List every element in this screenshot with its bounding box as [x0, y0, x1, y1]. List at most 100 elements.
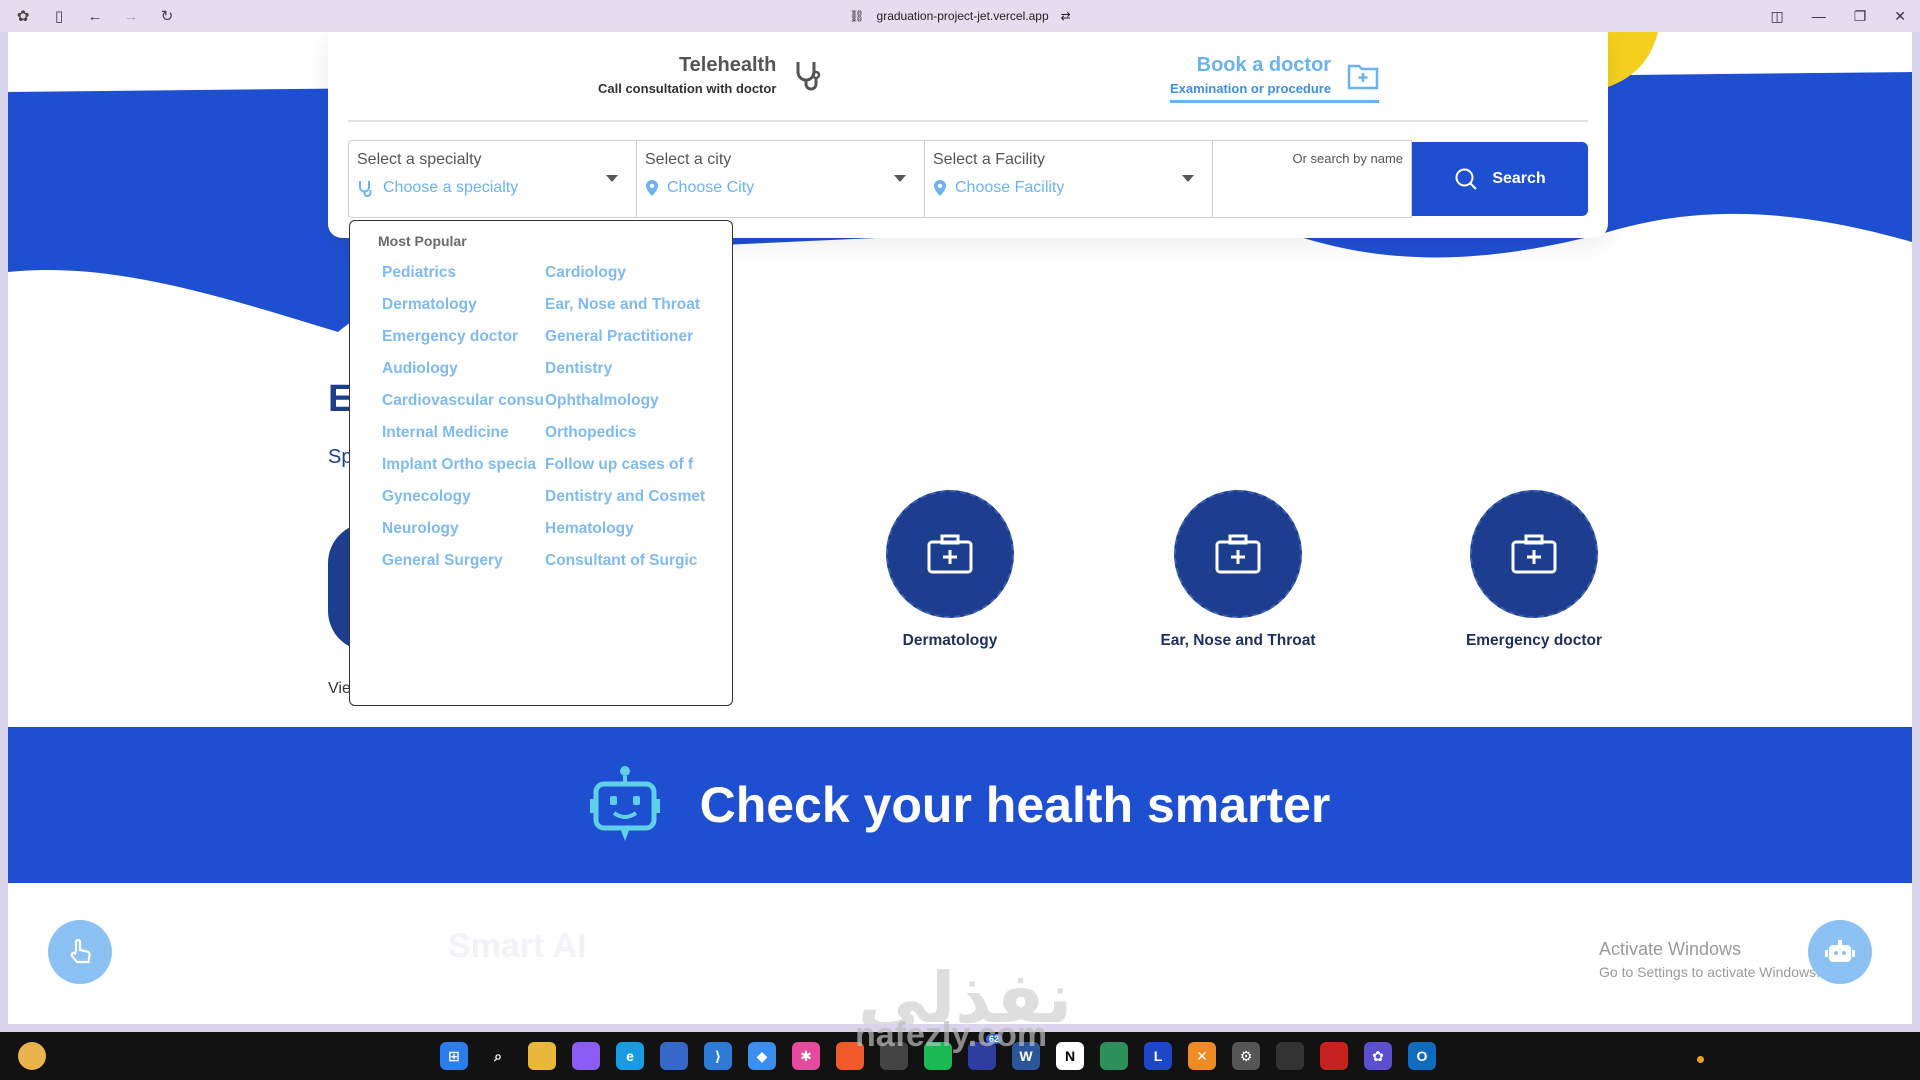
- file-explorer-icon[interactable]: [528, 1042, 556, 1070]
- restore-icon[interactable]: ❐: [1854, 8, 1867, 25]
- copilot-icon[interactable]: [572, 1042, 600, 1070]
- booking-tabs: Telehealth Call consultation with doctor…: [348, 32, 1588, 122]
- dropdown-option[interactable]: General Surgery: [382, 549, 545, 573]
- dropdown-option[interactable]: Dentistry and Cosmet: [545, 485, 715, 509]
- stethoscope-icon: [359, 181, 372, 197]
- name-search-input[interactable]: [1221, 179, 1401, 207]
- start-icon[interactable]: ⊞: [440, 1042, 468, 1070]
- tab-subtitle: Examination or procedure: [1170, 81, 1332, 96]
- address-bar[interactable]: graduation-project-jet.vercel.app: [877, 9, 1049, 23]
- search-button-label: Search: [1492, 170, 1546, 187]
- dropdown-option[interactable]: General Practitioner: [545, 325, 715, 349]
- outlook-icon[interactable]: O: [1408, 1042, 1436, 1070]
- dropdown-option[interactable]: Gynecology: [382, 485, 545, 509]
- chevron-down-icon: [894, 175, 906, 182]
- filter-value: Choose City: [667, 179, 755, 196]
- facility-select[interactable]: Select a Facility Choose Facility: [924, 140, 1212, 218]
- dropdown-option[interactable]: Ear, Nose and Throat: [545, 293, 715, 317]
- search-button[interactable]: Search: [1412, 142, 1588, 216]
- dropdown-option[interactable]: Consultant of Surgic: [545, 549, 715, 573]
- reload-icon[interactable]: ↻: [158, 7, 176, 25]
- dropdown-option[interactable]: Audiology: [382, 357, 545, 381]
- specialty-name: Dermatology: [902, 632, 998, 649]
- browser-title-bar: ✿ ▯ ← → ↻ ⛓ graduation-project-jet.verce…: [0, 0, 1920, 32]
- browser-menu-icon[interactable]: ✿: [14, 7, 32, 25]
- dropdown-option[interactable]: Pediatrics: [382, 261, 545, 285]
- minimize-icon[interactable]: —: [1812, 8, 1826, 24]
- specialty-name: Emergency doctor: [1465, 632, 1603, 649]
- tab-telehealth[interactable]: Telehealth Call consultation with doctor: [598, 54, 826, 96]
- back-icon[interactable]: ←: [86, 7, 104, 25]
- filter-value: Choose Facility: [955, 179, 1065, 196]
- app-icon[interactable]: ◆: [748, 1042, 776, 1070]
- search-filters: Select a specialty Choose a specialty Se…: [348, 140, 1588, 218]
- sidebar-toggle-icon[interactable]: ▯: [50, 7, 68, 25]
- specialty-card[interactable]: Emergency doctor: [1424, 490, 1644, 650]
- activation-subtitle: Go to Settings to activate Windows.: [1599, 964, 1820, 980]
- health-banner: Check your health smarter: [8, 727, 1912, 883]
- medical-kit-icon: [1470, 490, 1598, 618]
- split-view-icon[interactable]: ◫: [1770, 8, 1783, 25]
- filter-label: Select a Facility: [933, 151, 1046, 168]
- vscode-icon[interactable]: ⟩: [704, 1042, 732, 1070]
- dropdown-option[interactable]: Ophthalmology: [545, 389, 715, 413]
- medical-folder-icon: [1347, 64, 1379, 90]
- activation-title: Activate Windows: [1599, 939, 1742, 959]
- app-icon[interactable]: [1276, 1042, 1304, 1070]
- search-icon[interactable]: ⌕: [484, 1042, 512, 1070]
- banner-title: Check your health smarter: [699, 777, 1331, 833]
- dropdown-option[interactable]: Follow up cases of f: [545, 453, 715, 477]
- dropdown-option[interactable]: Dermatology: [382, 293, 545, 317]
- specialty-card[interactable]: Ear, Nose and Throat: [1128, 490, 1348, 650]
- status-dot: [1697, 1056, 1704, 1063]
- tab-book-doctor[interactable]: Book a doctor Examination or procedure: [1170, 54, 1380, 103]
- page-viewport: E Sp Vie Dermatology Ear, Nose and Throa…: [8, 32, 1912, 1024]
- settings-icon[interactable]: ⚙: [1232, 1042, 1260, 1070]
- specialty-dropdown: Most Popular Pediatrics Cardiology Derma…: [349, 220, 733, 706]
- dropdown-option[interactable]: Cardiovascular consu: [382, 389, 545, 413]
- filter-value: Choose a specialty: [383, 179, 519, 196]
- dropdown-option[interactable]: Cardiology: [545, 261, 715, 285]
- dropdown-option[interactable]: Internal Medicine: [382, 421, 545, 445]
- medical-kit-icon: [886, 490, 1014, 618]
- dropdown-option[interactable]: Emergency doctor: [382, 325, 545, 349]
- specialty-select[interactable]: Select a specialty Choose a specialty: [348, 140, 636, 218]
- watermark-logo: نفذلي: [858, 959, 1073, 1024]
- dropdown-option[interactable]: Implant Ortho specia: [382, 453, 545, 477]
- chevron-down-icon: [606, 175, 618, 182]
- booking-card: Telehealth Call consultation with doctor…: [328, 32, 1608, 238]
- dropdown-option[interactable]: Hematology: [545, 517, 715, 541]
- windows-activation-notice: Activate Windows Go to Settings to activ…: [1599, 939, 1820, 980]
- notion-icon[interactable]: N: [1056, 1042, 1084, 1070]
- weather-widget-icon[interactable]: [18, 1042, 46, 1070]
- xampp-icon[interactable]: ✕: [1188, 1042, 1216, 1070]
- forward-icon[interactable]: →: [122, 7, 140, 25]
- dropdown-option[interactable]: Neurology: [382, 517, 545, 541]
- filter-label: Select a city: [645, 151, 732, 168]
- chatbot-button[interactable]: [1808, 920, 1872, 984]
- filter-label: Select a specialty: [357, 151, 482, 168]
- view-all-link[interactable]: Vie: [328, 680, 351, 698]
- smart-ai-heading: Smart AI: [448, 927, 587, 965]
- dropdown-option[interactable]: Dentistry: [545, 357, 715, 381]
- name-search-field[interactable]: Or search by name: [1212, 140, 1412, 218]
- slack-icon[interactable]: ✱: [792, 1042, 820, 1070]
- specialty-name: Ear, Nose and Throat: [1160, 632, 1316, 649]
- city-select[interactable]: Select a city Choose City: [636, 140, 924, 218]
- accessibility-button[interactable]: [48, 920, 112, 984]
- edge-icon[interactable]: e: [616, 1042, 644, 1070]
- active-browser-icon[interactable]: ✿: [1364, 1042, 1392, 1070]
- link-icon: ⛓: [849, 9, 865, 23]
- app-icon[interactable]: [1320, 1042, 1348, 1070]
- site-settings-icon[interactable]: ⇄: [1061, 9, 1071, 23]
- app-l-icon[interactable]: L: [1144, 1042, 1172, 1070]
- specialty-card[interactable]: Dermatology: [840, 490, 1060, 650]
- store-icon[interactable]: [660, 1042, 688, 1070]
- tab-title: Book a doctor: [1196, 54, 1332, 76]
- watermark-text: nafezly.com: [855, 1016, 1048, 1054]
- browser-icon[interactable]: [1100, 1042, 1128, 1070]
- dropdown-heading: Most Popular: [378, 233, 467, 249]
- close-icon[interactable]: ✕: [1894, 8, 1906, 25]
- robot-icon: [589, 766, 660, 841]
- dropdown-option[interactable]: Orthopedics: [545, 421, 715, 445]
